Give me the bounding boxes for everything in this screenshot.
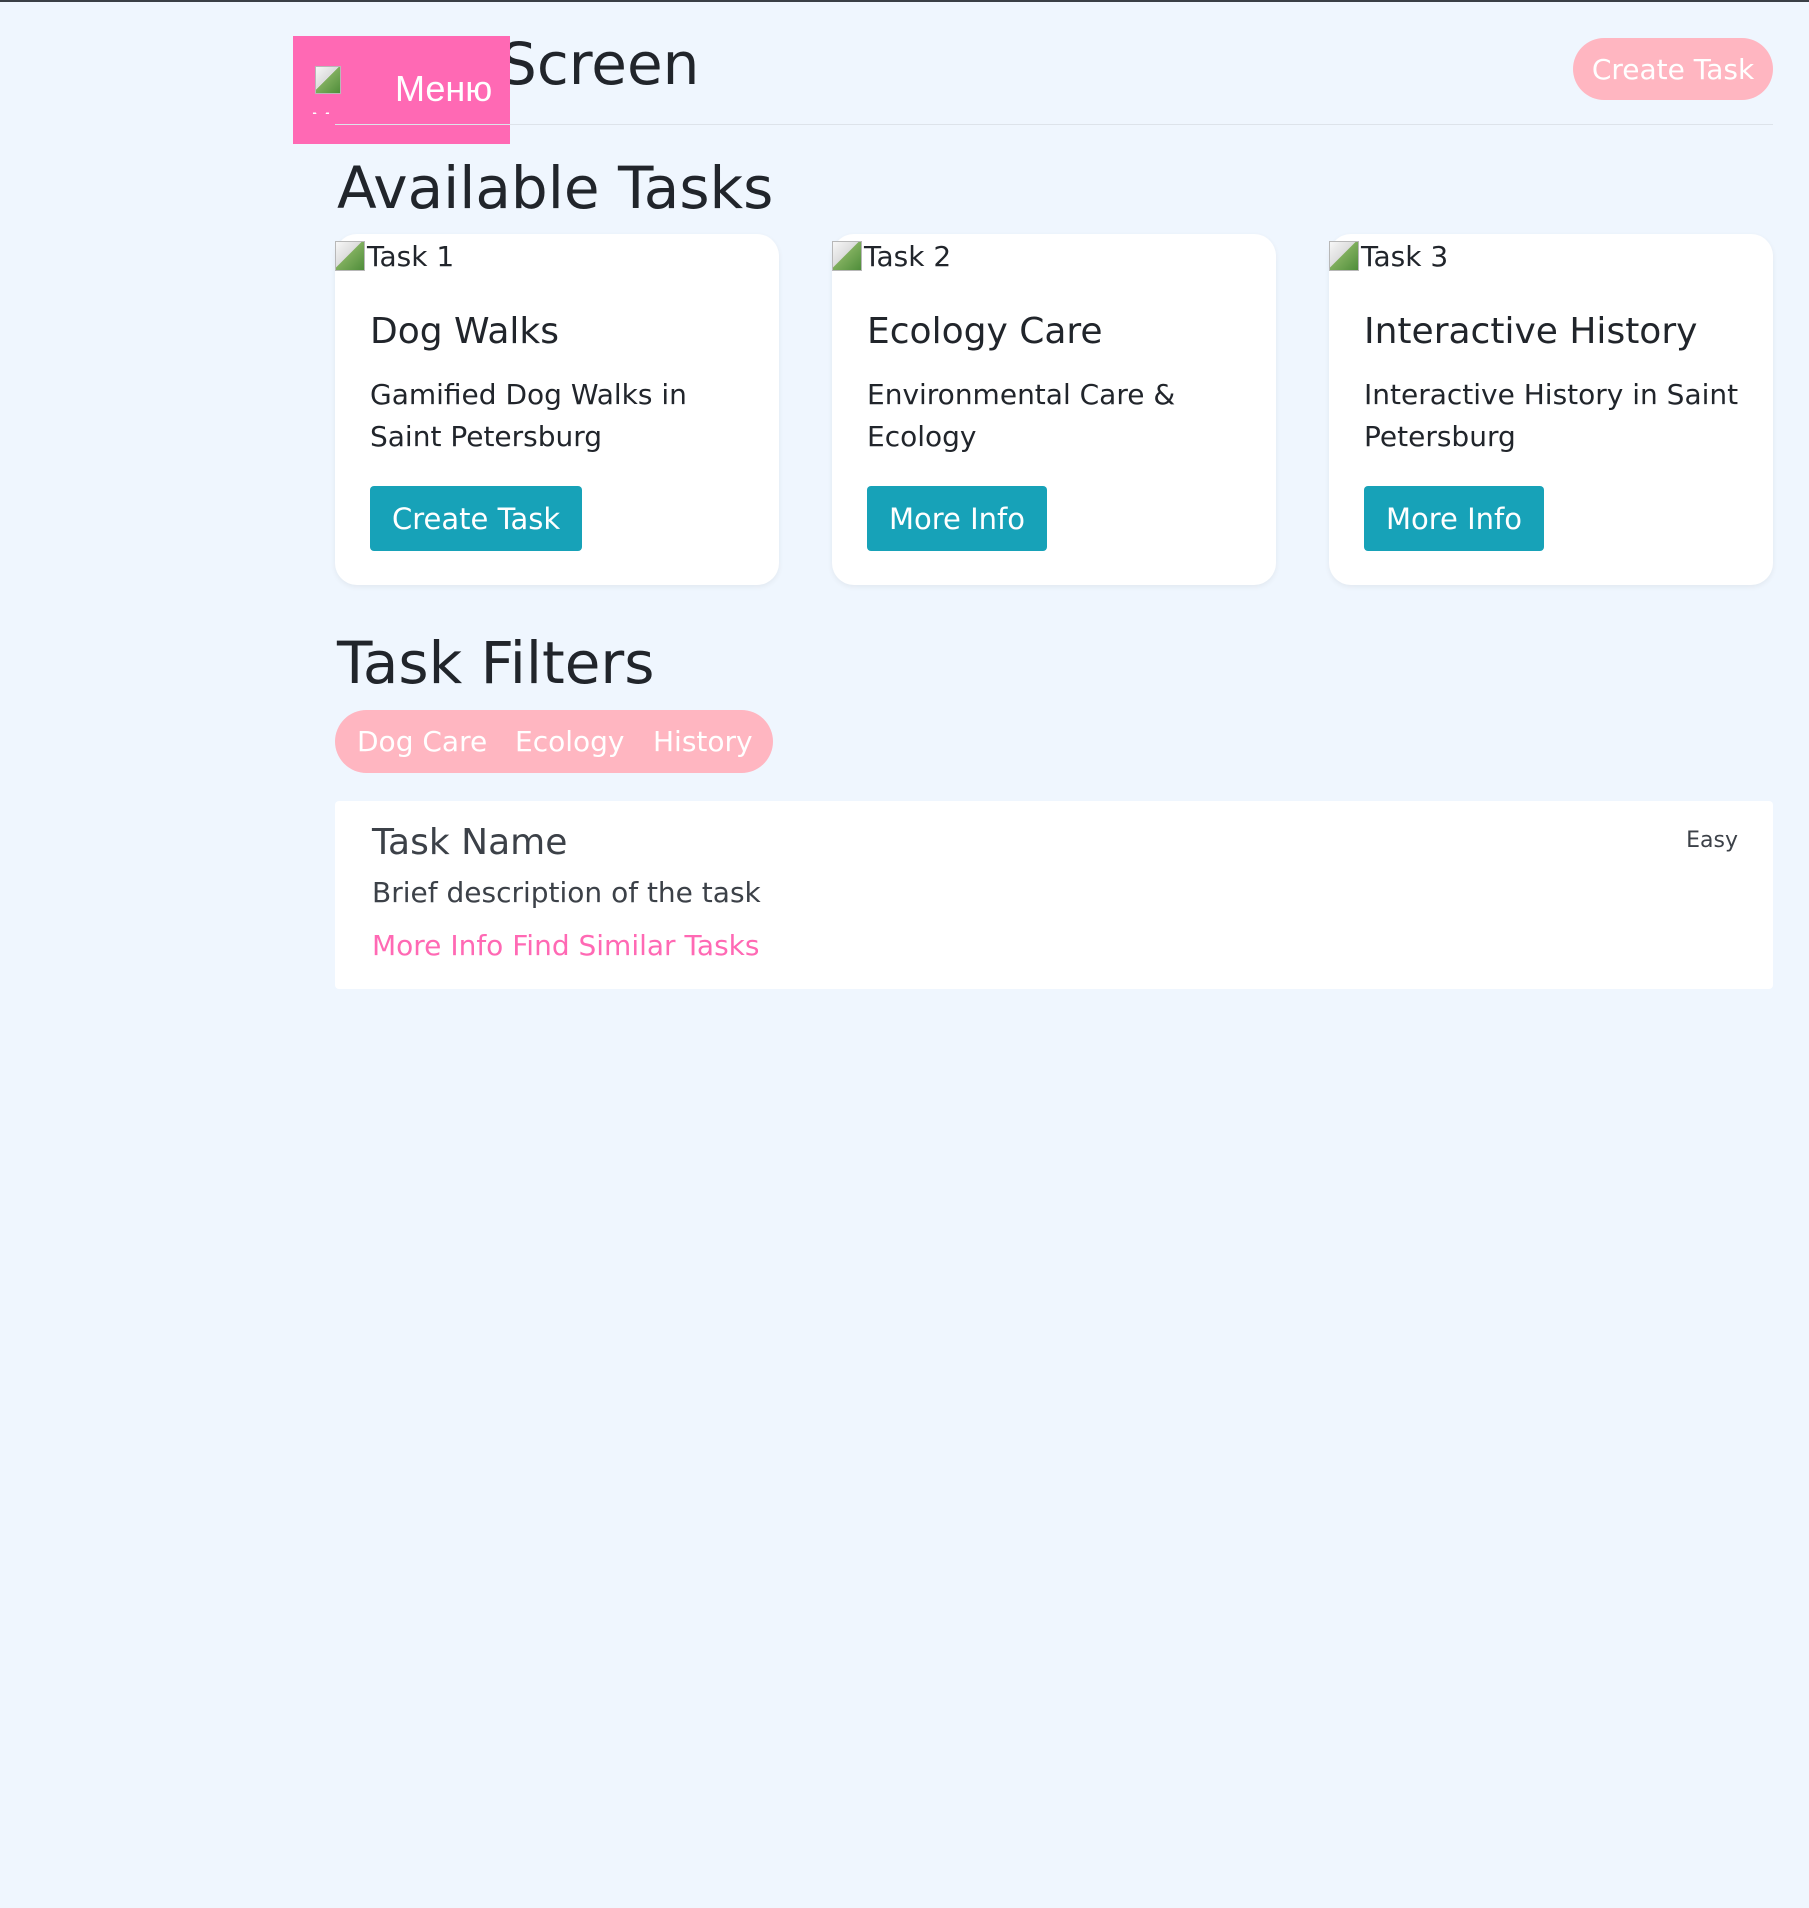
task-card-image-alt: Task 2 bbox=[864, 239, 952, 273]
task-card-image: Task 3 bbox=[1329, 234, 1448, 278]
task-name: Task Name bbox=[372, 822, 568, 863]
task-card-interactive-history: Task 3 Interactive History Interactive H… bbox=[1329, 234, 1773, 585]
broken-image-icon bbox=[335, 241, 365, 271]
menu-image: Men bbox=[311, 64, 367, 114]
find-similar-tasks-link[interactable]: Find Similar Tasks bbox=[512, 929, 759, 962]
task-card-title: Ecology Care bbox=[867, 311, 1103, 352]
available-tasks-title: Available Tasks bbox=[337, 154, 774, 222]
filter-ecology[interactable]: Ecology bbox=[515, 710, 624, 773]
page-title: Screen bbox=[500, 30, 700, 98]
task-card-image-alt: Task 1 bbox=[367, 239, 455, 273]
more-info-link[interactable]: More Info bbox=[372, 929, 503, 962]
menu-image-alt: Men bbox=[311, 90, 358, 114]
task-card-title: Interactive History bbox=[1364, 311, 1698, 352]
more-info-button[interactable]: More Info bbox=[867, 486, 1047, 551]
broken-image-icon bbox=[832, 241, 862, 271]
filter-history[interactable]: History bbox=[653, 710, 753, 773]
task-list-item: Task Name Brief description of the task … bbox=[335, 801, 1773, 989]
task-card-image-alt: Task 3 bbox=[1361, 239, 1449, 273]
task-filters-title: Task Filters bbox=[337, 629, 655, 697]
task-card-dog-walks: Task 1 Dog Walks Gamified Dog Walks in S… bbox=[335, 234, 779, 585]
task-card-description: Interactive History in Saint Petersburg bbox=[1364, 378, 1739, 453]
task-card-image: Task 2 bbox=[832, 234, 951, 278]
task-card-description: Gamified Dog Walks in Saint Petersburg bbox=[370, 378, 687, 453]
difficulty-badge: Easy bbox=[1686, 828, 1738, 853]
task-card-ecology-care: Task 2 Ecology Care Environmental Care &… bbox=[832, 234, 1276, 585]
filter-dog-care[interactable]: Dog Care bbox=[357, 710, 487, 773]
top-border bbox=[0, 0, 1809, 2]
header-divider bbox=[335, 124, 1773, 125]
task-card-description: Environmental Care & Ecology bbox=[867, 378, 1176, 453]
task-card-title: Dog Walks bbox=[370, 311, 559, 352]
more-info-button[interactable]: More Info bbox=[1364, 486, 1544, 551]
create-task-button[interactable]: Create Task bbox=[370, 486, 583, 551]
filter-bar: Dog Care Ecology History bbox=[335, 710, 773, 773]
menu-label: Меню bbox=[395, 68, 493, 109]
menu-button[interactable]: Men Меню bbox=[293, 36, 510, 144]
task-description: Brief description of the task bbox=[372, 876, 761, 909]
broken-image-icon bbox=[1329, 241, 1359, 271]
header-create-task-button[interactable]: Create Task bbox=[1573, 38, 1773, 100]
task-links: More Info Find Similar Tasks bbox=[372, 926, 759, 966]
task-card-image: Task 1 bbox=[335, 234, 454, 278]
